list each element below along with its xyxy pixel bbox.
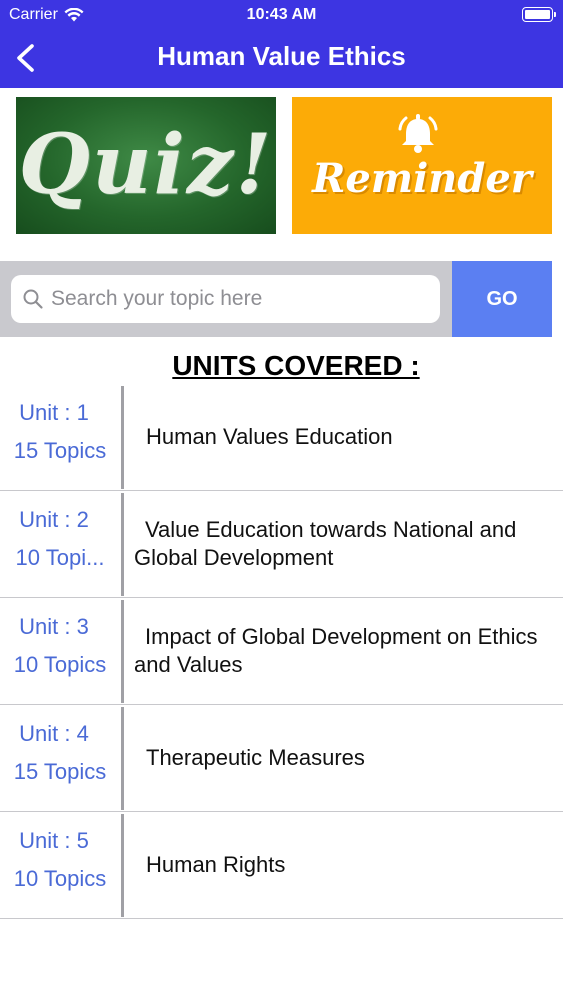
unit-meta: Unit : 1 15 Topics (0, 384, 122, 489)
search-input[interactable] (51, 275, 436, 323)
unit-title: Value Education towards National and Glo… (134, 517, 517, 570)
reminder-banner-text: Reminder (312, 155, 532, 202)
unit-meta: Unit : 2 10 Topi... (0, 491, 122, 596)
unit-topic-count: 15 Topics (13, 759, 107, 784)
unit-number: Unit : 1 (19, 400, 89, 425)
battery-level (525, 10, 550, 19)
unit-title: Impact of Global Development on Ethics a… (134, 624, 538, 677)
unit-row[interactable]: Unit : 3 10 Topics Impact of Global Deve… (0, 598, 563, 705)
unit-title: Human Rights (146, 851, 286, 877)
unit-list: Unit : 1 15 Topics Human Values Educatio… (0, 384, 563, 919)
unit-topic-count: 10 Topi... (15, 545, 105, 570)
status-time: 10:43 AM (246, 6, 317, 23)
search-bar: GO (0, 261, 552, 337)
unit-divider (121, 600, 124, 703)
unit-number: Unit : 4 (19, 721, 89, 746)
battery-icon (522, 7, 556, 22)
unit-row[interactable]: Unit : 4 15 Topics Therapeutic Measures (0, 705, 563, 812)
navigation-bar: Human Value Ethics (0, 30, 563, 88)
unit-divider (121, 493, 124, 596)
unit-number: Unit : 2 (19, 507, 89, 532)
unit-meta: Unit : 3 10 Topics (0, 598, 122, 703)
unit-meta: Unit : 4 15 Topics (0, 705, 122, 810)
unit-title: Therapeutic Measures (146, 744, 365, 770)
unit-number: Unit : 3 (19, 614, 89, 639)
page-title: Human Value Ethics (157, 41, 406, 71)
unit-row[interactable]: Unit : 2 10 Topi... Value Education towa… (0, 491, 563, 598)
unit-number: Unit : 5 (19, 828, 89, 853)
unit-meta: Unit : 5 10 Topics (0, 812, 122, 917)
unit-row[interactable]: Unit : 5 10 Topics Human Rights (0, 812, 563, 919)
status-bar: Carrier 10:43 AM (0, 0, 563, 30)
search-field[interactable] (11, 275, 440, 323)
unit-divider (121, 707, 124, 810)
search-icon (23, 289, 43, 309)
unit-row[interactable]: Unit : 1 15 Topics Human Values Educatio… (0, 384, 563, 491)
unit-divider (121, 814, 124, 917)
unit-divider (121, 386, 124, 489)
unit-topic-count: 15 Topics (13, 438, 107, 463)
quiz-banner-text: Quiz! (18, 117, 274, 213)
reminder-banner[interactable]: Reminder (292, 97, 552, 234)
go-button[interactable]: GO (452, 261, 552, 337)
bell-icon (398, 114, 438, 153)
unit-topic-count: 10 Topics (13, 652, 107, 677)
unit-topic-count: 10 Topics (13, 866, 107, 891)
quiz-banner[interactable]: Quiz! (16, 97, 276, 234)
app-header: Carrier 10:43 AM Human Value Ethics (0, 0, 563, 88)
units-heading: UNITS COVERED : (172, 350, 420, 381)
unit-title: Human Values Education (146, 423, 393, 449)
